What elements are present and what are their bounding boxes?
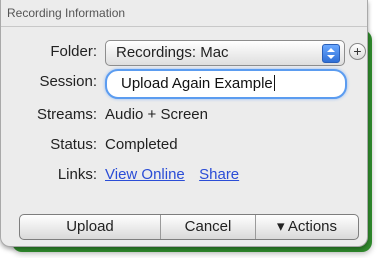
streams-label: Streams: (36, 106, 97, 123)
links-label: Links: (57, 166, 97, 183)
share-link[interactable]: Share (199, 166, 239, 183)
status-label: Status: (50, 136, 97, 153)
session-input[interactable]: Upload Again Example (105, 69, 347, 99)
status-value: Completed (105, 136, 178, 153)
panel-title: Recording Information (7, 6, 126, 20)
folder-label: Folder: (50, 43, 97, 60)
folder-select[interactable]: Recordings: Mac (105, 40, 345, 66)
links-row: View Online Share (105, 166, 239, 183)
view-online-link[interactable]: View Online (105, 166, 185, 183)
folder-select-value: Recordings: Mac (116, 44, 229, 61)
action-button-bar: Upload Cancel ▾ Actions (19, 214, 359, 240)
session-input-value: Upload Again Example (121, 75, 275, 92)
actions-menu-button[interactable]: ▾ Actions (256, 215, 358, 239)
text-caret (273, 75, 275, 91)
streams-value: Audio + Screen (105, 106, 208, 123)
session-label: Session: (39, 73, 97, 90)
cancel-button[interactable]: Cancel (161, 215, 256, 239)
recording-info-panel: Recording Information Folder: Recordings… (0, 0, 368, 247)
panel-header: Recording Information (1, 0, 367, 27)
upload-button[interactable]: Upload (20, 215, 161, 239)
select-stepper-icon[interactable] (322, 44, 340, 63)
add-folder-button[interactable]: + (349, 43, 366, 60)
